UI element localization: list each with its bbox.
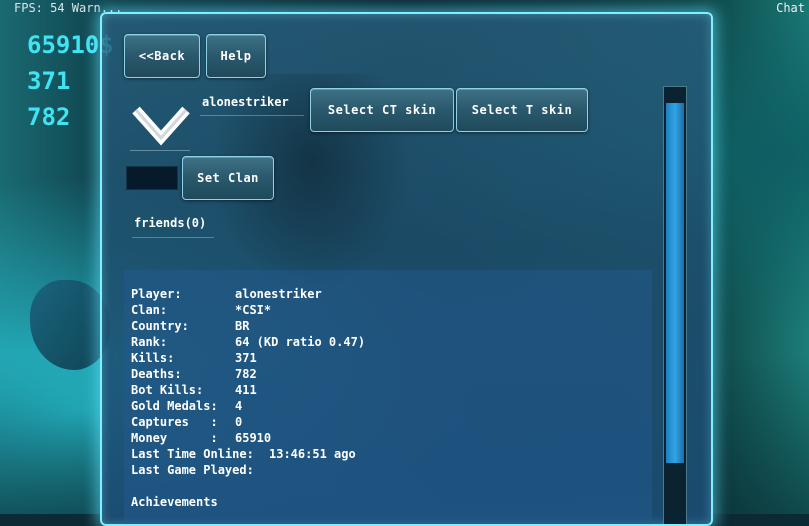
hud-deaths: 782 (27, 103, 71, 131)
rank-underline (130, 150, 190, 151)
info-row: Clan: *CSI* (131, 303, 271, 317)
help-button[interactable]: Help (206, 34, 266, 78)
info-row: Player: alonestriker (131, 287, 322, 301)
player-name: alonestriker (202, 95, 289, 109)
info-value: 65910 (235, 431, 272, 445)
info-label: Kills: (131, 351, 175, 365)
info-value: 371 (235, 351, 257, 365)
back-button[interactable]: <<Back (124, 34, 200, 78)
info-value: 782 (235, 367, 257, 381)
info-label: Last Game Played: (131, 463, 254, 477)
player-info-box: Player: alonestriker Clan: *CSI* Country: B… (124, 270, 652, 524)
info-value: 411 (235, 383, 257, 397)
info-row: Last Game Played: (131, 463, 254, 477)
achievements-heading: Achievements (131, 495, 218, 509)
set-clan-button[interactable]: Set Clan (182, 156, 274, 200)
info-row: Money : 65910 (131, 431, 271, 445)
info-value: alonestriker (235, 287, 322, 301)
info-value: 0 (235, 415, 243, 429)
info-value: 13:46:51 ago (269, 447, 356, 461)
info-row: Deaths: 782 (131, 367, 257, 381)
info-row: Country: BR (131, 319, 249, 333)
scrollbar-thumb[interactable] (666, 103, 684, 463)
chat-button[interactable]: Chat (776, 1, 805, 15)
info-row: Last Time Online: 13:46:51 ago (131, 447, 356, 461)
info-row: Captures : 0 (131, 415, 242, 429)
info-label: Captures : (131, 415, 218, 429)
select-ct-skin-button[interactable]: Select CT skin (310, 88, 454, 132)
chevron-rank-icon (132, 106, 190, 146)
profile-panel: <<Back Help alonestriker Select CT skin … (100, 12, 713, 526)
info-label: Gold Medals: (131, 399, 218, 413)
info-row: Kills: 371 (131, 351, 257, 365)
info-label: Deaths: (131, 367, 182, 381)
info-label: Rank: (131, 335, 168, 349)
friends-underline (132, 237, 214, 238)
info-label: Country: (131, 319, 189, 333)
info-row: Rank: 64 (KD ratio 0.47) (131, 335, 365, 349)
info-value: 4 (235, 399, 243, 413)
friends-link[interactable]: friends(0) (134, 216, 206, 230)
info-label: Last Time Online: (131, 447, 254, 461)
name-underline (200, 115, 304, 116)
info-row: Gold Medals: 4 (131, 399, 242, 413)
hud-kills: 371 (27, 67, 71, 95)
info-row: Bot Kills: 411 (131, 383, 257, 397)
info-value: 64 (KD ratio 0.47) (235, 335, 366, 349)
info-label: Player: (131, 287, 182, 301)
scrollbar[interactable] (663, 86, 687, 524)
info-label: Clan: (131, 303, 168, 317)
info-value: BR (235, 319, 250, 333)
select-t-skin-button[interactable]: Select T skin (456, 88, 588, 132)
clan-input[interactable] (126, 166, 178, 190)
info-label: Bot Kills: (131, 383, 204, 397)
info-label: Money : (131, 431, 218, 445)
info-value: *CSI* (235, 303, 272, 317)
